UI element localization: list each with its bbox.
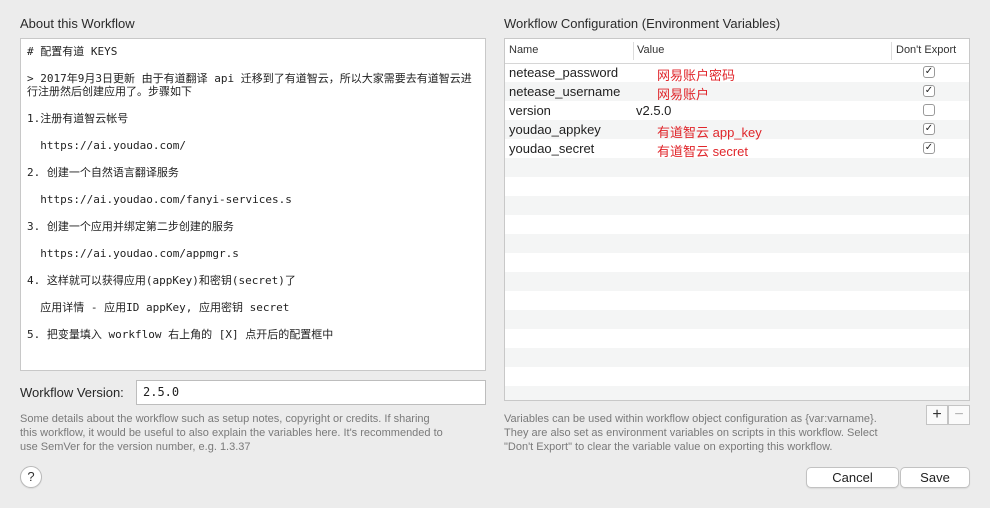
notes-line: 3. 创建一个应用并绑定第二步创建的服务: [27, 220, 234, 233]
column-header-value[interactable]: Value: [637, 44, 664, 56]
variable-name[interactable]: version: [509, 103, 551, 118]
notes-line: # 配置有道 KEYS: [27, 45, 118, 58]
cancel-button[interactable]: Cancel: [806, 467, 899, 488]
table-row: [505, 386, 969, 400]
table-row[interactable]: netease_username 网易账户 ✓: [505, 82, 969, 102]
version-label: Workflow Version:: [20, 385, 124, 400]
notes-line: 2. 创建一个自然语言翻译服务: [27, 166, 179, 179]
table-row: [505, 177, 969, 196]
table-row: [505, 215, 969, 234]
help-button[interactable]: ?: [20, 466, 42, 488]
notes-line: [27, 179, 479, 193]
table-row[interactable]: youdao_secret 有道智云 secret ✓: [505, 139, 969, 159]
table-row: [505, 272, 969, 291]
table-row: [505, 310, 969, 329]
notes-line: 4. 这样就可以获得应用(appKey)和密钥(secret)了: [27, 274, 296, 287]
notes-line: [27, 58, 479, 72]
table-row[interactable]: version v2.5.0: [505, 101, 969, 120]
column-divider[interactable]: [891, 42, 892, 60]
notes-line: https://ai.youdao.com/fanyi-services.s: [27, 193, 292, 206]
variables-table[interactable]: Name Value Don't Export netease_password…: [504, 38, 970, 401]
notes-line: 1.注册有道智云帐号: [27, 112, 129, 125]
config-title: Workflow Configuration (Environment Vari…: [504, 16, 781, 31]
notes-line: [27, 152, 479, 166]
config-help-line: Variables can be used within workflow ob…: [504, 413, 877, 425]
notes-line: https://ai.youdao.com/: [27, 139, 186, 152]
table-row: [505, 158, 969, 177]
remove-variable-button[interactable]: −: [948, 405, 970, 425]
variable-name[interactable]: youdao_appkey: [509, 122, 601, 137]
dont-export-checkbox[interactable]: ✓: [923, 66, 935, 78]
notes-line: > 2017年9月3日更新 由于有道翻译 api 迁移到了有道智云，所以大家需要…: [27, 72, 472, 85]
table-row: [505, 367, 969, 386]
column-header-name[interactable]: Name: [509, 44, 538, 56]
dont-export-checkbox[interactable]: [923, 104, 935, 116]
notes-line: [27, 287, 479, 301]
about-help-line: use SemVer for the version number, e.g. …: [20, 441, 251, 453]
column-divider[interactable]: [633, 42, 634, 60]
config-help-line: "Don't Export" to clear the variable val…: [504, 441, 833, 453]
table-row: [505, 329, 969, 348]
notes-line: 5. 把变量填入 workflow 右上角的 [X] 点开后的配置框中: [27, 328, 334, 341]
notes-line: [27, 314, 479, 328]
notes-line: https://ai.youdao.com/appmgr.s: [27, 247, 239, 260]
dont-export-checkbox[interactable]: ✓: [923, 142, 935, 154]
config-help-text: Variables can be used within workflow ob…: [504, 412, 924, 454]
notes-line: [27, 206, 479, 220]
table-row: [505, 253, 969, 272]
table-row: [505, 348, 969, 367]
about-title: About this Workflow: [20, 16, 135, 31]
version-input[interactable]: 2.5.0: [136, 380, 486, 405]
add-variable-button[interactable]: +: [926, 405, 948, 425]
notes-line: 行注册然后创建应用了。步骤如下: [27, 85, 192, 98]
about-help-line: Some details about the workflow such as …: [20, 413, 430, 425]
table-row: [505, 196, 969, 215]
variable-name[interactable]: netease_username: [509, 84, 620, 99]
table-row: [505, 291, 969, 310]
dont-export-checkbox[interactable]: ✓: [923, 123, 935, 135]
table-row: [505, 234, 969, 253]
variable-name[interactable]: youdao_secret: [509, 141, 594, 156]
table-header: Name Value Don't Export: [505, 39, 969, 64]
notes-line: [27, 125, 479, 139]
notes-line: [27, 260, 479, 274]
table-row[interactable]: youdao_appkey 有道智云 app_key ✓: [505, 120, 969, 140]
column-header-dont-export[interactable]: Don't Export: [896, 44, 956, 56]
table-row[interactable]: netease_password 网易账户密码 ✓: [505, 63, 969, 83]
variable-name[interactable]: netease_password: [509, 65, 618, 80]
dont-export-checkbox[interactable]: ✓: [923, 85, 935, 97]
notes-line: [27, 233, 479, 247]
notes-textarea[interactable]: # 配置有道 KEYS > 2017年9月3日更新 由于有道翻译 api 迁移到了…: [20, 38, 486, 371]
save-button[interactable]: Save: [900, 467, 970, 488]
notes-line: [27, 98, 479, 112]
config-help-line: They are also set as environment variabl…: [504, 427, 878, 439]
variable-value[interactable]: v2.5.0: [636, 103, 671, 118]
notes-line: 应用详情 - 应用ID appKey, 应用密钥 secret: [27, 301, 290, 314]
about-help-text: Some details about the workflow such as …: [20, 412, 490, 454]
about-help-line: this workflow, it would be useful to als…: [20, 427, 443, 439]
